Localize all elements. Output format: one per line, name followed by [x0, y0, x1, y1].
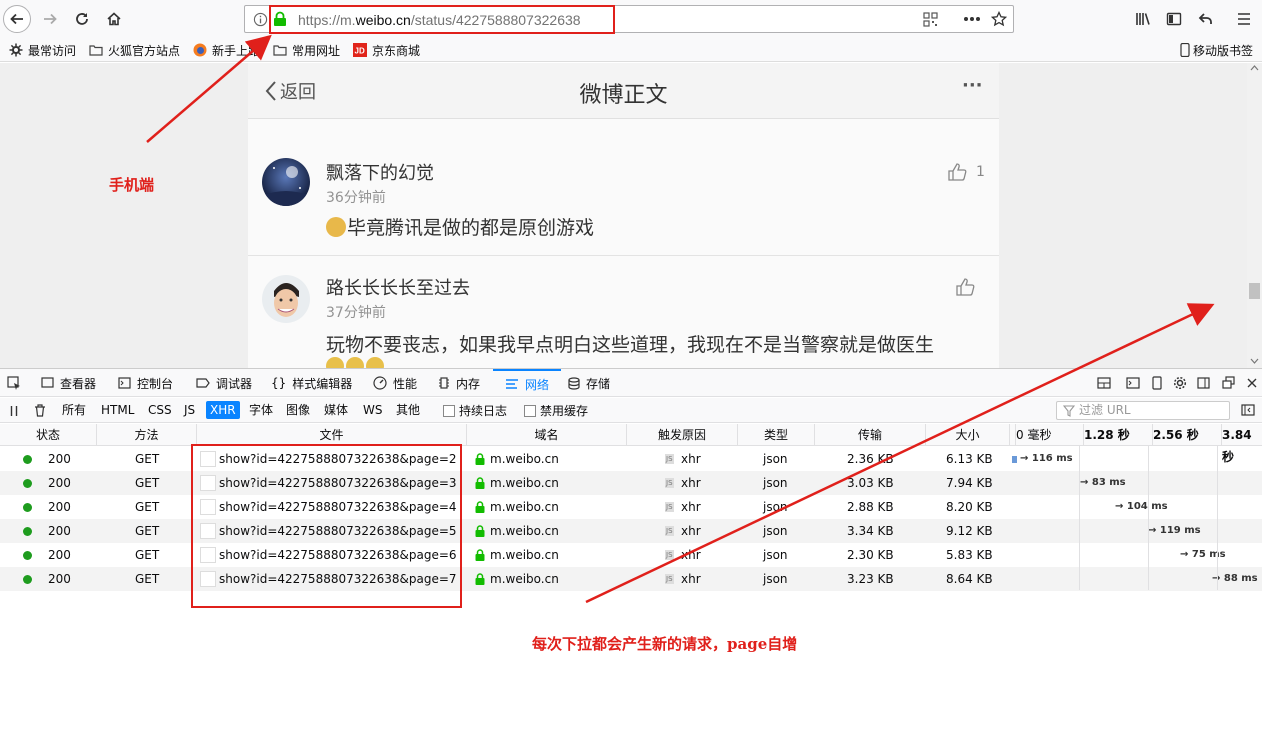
annotation-mobile-label: 手机端 — [109, 176, 155, 194]
annotation-note: 每次下拉都会产生新的请求，page自增 — [532, 635, 798, 653]
annotation-arrows — [146, 34, 1215, 604]
arrow-to-url — [146, 34, 272, 143]
arrow-to-scroll — [585, 303, 1215, 604]
